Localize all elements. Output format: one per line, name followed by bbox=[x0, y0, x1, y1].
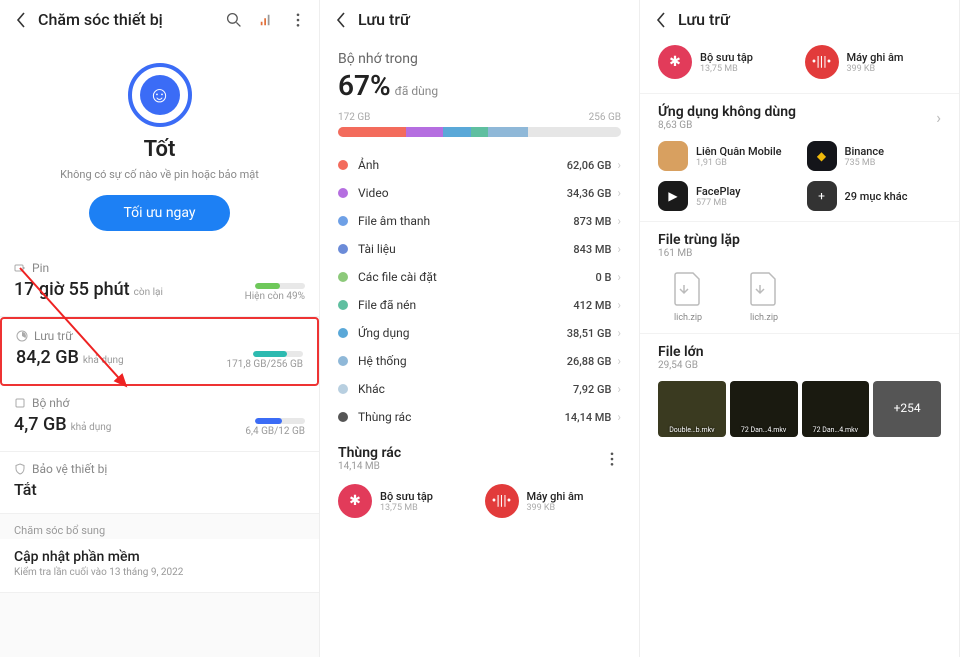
status-subtitle: Không có sự cố nào về pin hoặc bảo mật bbox=[12, 168, 307, 181]
total-label: 256 GB bbox=[589, 112, 621, 123]
category-dot-icon bbox=[338, 300, 348, 310]
app-item[interactable]: ◆Binance735 MB bbox=[807, 141, 942, 171]
category-dot-icon bbox=[338, 384, 348, 394]
category-row[interactable]: Các file cài đặt0 B› bbox=[338, 263, 621, 291]
header: Lưu trữ bbox=[320, 0, 639, 39]
app-icon: ✱ bbox=[338, 484, 372, 518]
more-files-button[interactable]: +254 bbox=[873, 381, 941, 437]
memory-card[interactable]: Bộ nhớ 4,7 GBkhả dụng 6,4 GB/12 GB bbox=[0, 386, 319, 452]
category-row[interactable]: Thùng rác14,14 MB› bbox=[338, 403, 621, 431]
category-dot-icon bbox=[338, 272, 348, 282]
large-files-section[interactable]: File lớn29,54 GB Double…b.mkv72 Dan…4.mk… bbox=[640, 334, 959, 447]
category-dot-icon bbox=[338, 216, 348, 226]
chevron-right-icon: › bbox=[617, 382, 621, 396]
extra-section-title: Chăm sóc bổ sung bbox=[0, 514, 319, 539]
app-icon: ▶ bbox=[658, 181, 688, 211]
more-icon[interactable] bbox=[289, 11, 307, 29]
chevron-right-icon: › bbox=[617, 158, 621, 172]
file-thumbnail[interactable]: Double…b.mkv bbox=[658, 381, 726, 437]
status-icon: ☺ bbox=[128, 63, 192, 127]
used-label: 172 GB bbox=[338, 112, 370, 123]
category-dot-icon bbox=[338, 244, 348, 254]
chevron-right-icon: › bbox=[617, 270, 621, 284]
page-title: Lưu trữ bbox=[358, 10, 627, 29]
memory-icon bbox=[14, 397, 26, 409]
file-thumbnail[interactable]: 72 Dan…4.mkv bbox=[730, 381, 798, 437]
category-row[interactable]: Video34,36 GB› bbox=[338, 179, 621, 207]
status-text: Tốt bbox=[12, 137, 307, 162]
app-icon: ◆ bbox=[807, 141, 837, 171]
search-icon[interactable] bbox=[225, 11, 243, 29]
duplicate-file[interactable]: lich.zip bbox=[734, 269, 794, 323]
category-dot-icon bbox=[338, 188, 348, 198]
storage-bar bbox=[338, 127, 621, 137]
battery-icon bbox=[14, 262, 26, 274]
battery-card[interactable]: Pin 17 giờ 55 phútcòn lại Hiện còn 49% bbox=[0, 251, 319, 317]
app-icon bbox=[658, 141, 688, 171]
app-icon: •|||• bbox=[805, 45, 839, 79]
chevron-right-icon: › bbox=[617, 354, 621, 368]
category-row[interactable]: File đã nén412 MB› bbox=[338, 291, 621, 319]
app-item[interactable]: ✱Bộ sưu tập13,75 MB bbox=[658, 45, 795, 79]
duplicate-files-section[interactable]: File trùng lặp161 MB lich.ziplich.zip bbox=[640, 222, 959, 334]
chevron-right-icon: › bbox=[617, 214, 621, 228]
chevron-right-icon: › bbox=[617, 410, 621, 424]
zip-file-icon bbox=[744, 269, 784, 309]
category-row[interactable]: Tài liệu843 MB› bbox=[338, 235, 621, 263]
chevron-right-icon: › bbox=[617, 326, 621, 340]
duplicate-file[interactable]: lich.zip bbox=[658, 269, 718, 323]
app-item[interactable]: Liên Quân Mobile1,91 GB bbox=[658, 141, 793, 171]
category-row[interactable]: Hệ thống26,88 GB› bbox=[338, 347, 621, 375]
header: Chăm sóc thiết bị bbox=[0, 0, 319, 39]
app-icon: •|||• bbox=[485, 484, 519, 518]
chevron-right-icon: › bbox=[617, 242, 621, 256]
shield-icon bbox=[14, 463, 26, 475]
category-dot-icon bbox=[338, 356, 348, 366]
category-dot-icon bbox=[338, 412, 348, 422]
page-title: Lưu trữ bbox=[678, 10, 947, 29]
app-item[interactable]: •|||•Máy ghi âm399 KB bbox=[485, 484, 622, 518]
trash-section[interactable]: Thùng rác14,14 MB bbox=[320, 431, 639, 478]
back-icon[interactable] bbox=[332, 11, 350, 29]
chevron-right-icon: › bbox=[617, 298, 621, 312]
category-row[interactable]: Khác7,92 GB› bbox=[338, 375, 621, 403]
app-item[interactable]: •|||•Máy ghi âm399 KB bbox=[805, 45, 942, 79]
page-title: Chăm sóc thiết bị bbox=[38, 10, 225, 29]
app-icon: + bbox=[807, 181, 837, 211]
category-dot-icon bbox=[338, 328, 348, 338]
storage-card[interactable]: Lưu trữ 84,2 GBkhả dụng 171,8 GB/256 GB bbox=[0, 317, 319, 386]
optimize-button[interactable]: Tối ưu ngay bbox=[89, 195, 229, 231]
zip-file-icon bbox=[668, 269, 708, 309]
app-icon: ✱ bbox=[658, 45, 692, 79]
category-dot-icon bbox=[338, 160, 348, 170]
app-item[interactable]: +29 mục khác bbox=[807, 181, 942, 211]
unused-apps-section[interactable]: Ứng dụng không dùng8,63 GB› Liên Quân Mo… bbox=[640, 94, 959, 222]
category-row[interactable]: Ứng dụng38,51 GB› bbox=[338, 319, 621, 347]
protect-card[interactable]: Bảo vệ thiết bị Tắt bbox=[0, 452, 319, 514]
internal-storage-label: Bộ nhớ trong bbox=[338, 51, 621, 67]
back-icon[interactable] bbox=[12, 11, 30, 29]
app-item[interactable]: ✱Bộ sưu tập13,75 MB bbox=[338, 484, 475, 518]
more-icon[interactable] bbox=[603, 450, 621, 468]
app-item[interactable]: ▶FacePlay577 MB bbox=[658, 181, 793, 211]
update-card[interactable]: Cập nhật phần mềm Kiểm tra lần cuối vào … bbox=[0, 539, 319, 593]
storage-icon bbox=[16, 330, 28, 342]
chevron-right-icon: › bbox=[617, 186, 621, 200]
file-thumbnail[interactable]: 72 Dan…4.mkv bbox=[802, 381, 870, 437]
used-percent: 67%đã dùng bbox=[338, 69, 621, 102]
header: Lưu trữ bbox=[640, 0, 959, 39]
signal-icon[interactable] bbox=[257, 11, 275, 29]
chevron-right-icon: › bbox=[936, 108, 941, 127]
back-icon[interactable] bbox=[652, 11, 670, 29]
category-row[interactable]: Ảnh62,06 GB› bbox=[338, 151, 621, 179]
category-row[interactable]: File âm thanh873 MB› bbox=[338, 207, 621, 235]
